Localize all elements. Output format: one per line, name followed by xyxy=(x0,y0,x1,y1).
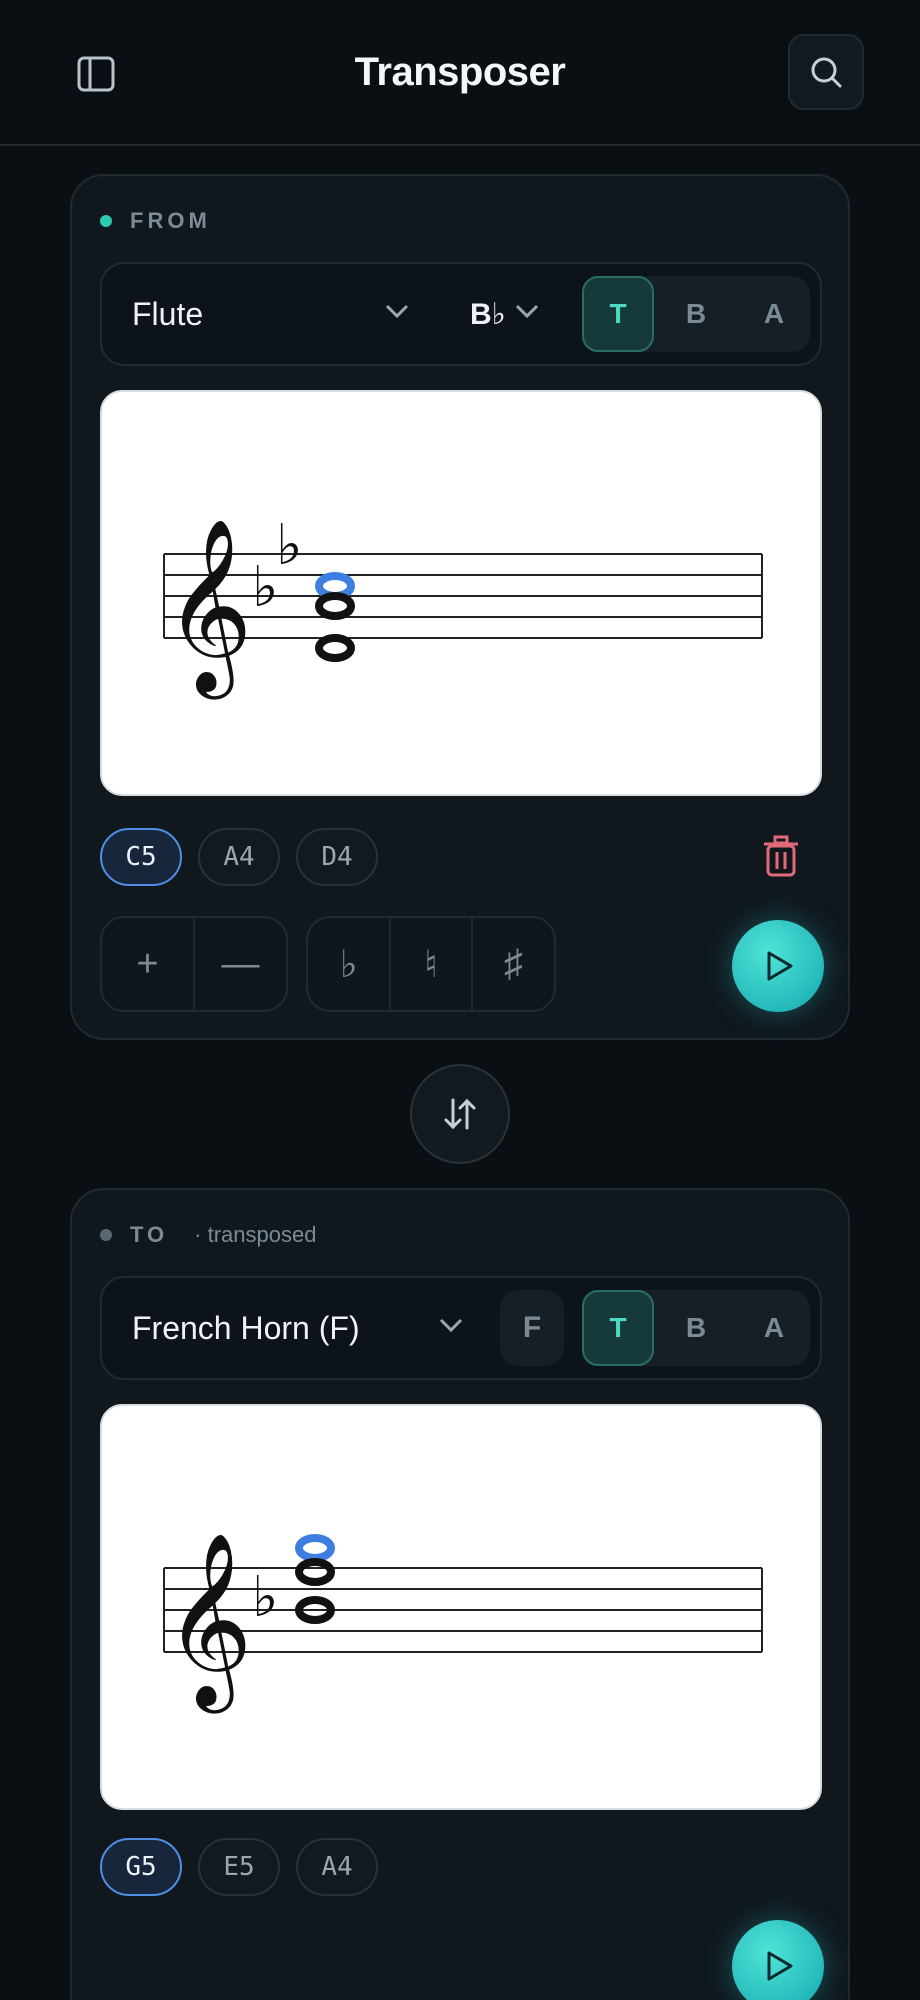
to-instrument-select[interactable]: French Horn (F) xyxy=(132,1278,360,1378)
flat-icon: ♭ xyxy=(252,555,278,620)
sidebar-icon xyxy=(77,56,115,92)
chevron-down-icon[interactable] xyxy=(438,1316,464,1334)
chevron-down-icon[interactable] xyxy=(384,302,410,320)
idle-dot xyxy=(100,1229,112,1241)
from-selector-row: Flute B♭ T B A xyxy=(100,262,822,366)
note-chip[interactable]: A4 xyxy=(296,1838,378,1896)
to-card: TO · transposed French Horn (F) F T B A xyxy=(70,1188,850,2000)
note-chip[interactable]: C5 xyxy=(100,828,182,886)
flat-button[interactable]: ♭ xyxy=(308,918,392,1010)
play-icon xyxy=(767,951,793,981)
to-sub-label: · transposed xyxy=(194,1222,317,1247)
add-note-button[interactable]: + xyxy=(102,918,195,1010)
from-instrument-value: Flute xyxy=(132,295,204,332)
play-icon xyxy=(767,1951,793,1981)
to-clef-group: T B A xyxy=(582,1290,810,1366)
swap-vertical-icon xyxy=(444,1098,476,1130)
from-staff-notation: 𝄞 ♭ ♭ xyxy=(163,513,763,700)
chord-notes xyxy=(315,572,355,662)
to-clef-bass[interactable]: B xyxy=(660,1290,732,1366)
to-clef-treble[interactable]: T xyxy=(582,1290,654,1366)
to-key-badge: F xyxy=(500,1290,564,1366)
accidental-group: ♭ ♮ ♯ xyxy=(306,916,556,1012)
to-staff-notation: 𝄞 ♭ xyxy=(163,1532,763,1714)
flat-icon: ♭ xyxy=(276,513,302,578)
to-play-button[interactable] xyxy=(732,1920,824,2000)
search-button[interactable] xyxy=(788,34,864,110)
treble-clef-icon: 𝄞 xyxy=(164,518,253,700)
to-clef-alto[interactable]: A xyxy=(738,1290,810,1366)
to-staff[interactable]: 𝄞 ♭ xyxy=(100,1404,822,1810)
to-label-text: TO xyxy=(130,1222,169,1247)
from-label-text: FROM xyxy=(130,208,211,233)
flat-icon: ♭ xyxy=(252,1565,278,1630)
to-note-chips: G5 E5 A4 xyxy=(100,1838,394,1896)
chevron-down-icon[interactable] xyxy=(514,302,540,320)
chord-notes xyxy=(295,1534,335,1624)
treble-clef-icon: 𝄞 xyxy=(164,1532,253,1714)
note-chip[interactable]: E5 xyxy=(198,1838,280,1896)
trash-icon xyxy=(764,835,798,877)
from-instrument-select[interactable]: Flute xyxy=(132,264,203,364)
from-section-label: FROM xyxy=(100,208,211,234)
sharp-button[interactable]: ♯ xyxy=(473,918,554,1010)
search-icon xyxy=(811,57,842,88)
from-clef-alto[interactable]: A xyxy=(738,276,810,352)
from-clef-treble[interactable]: T xyxy=(582,276,654,352)
sidebar-toggle-button[interactable] xyxy=(74,52,118,96)
from-key-value: B♭ xyxy=(470,297,506,331)
natural-button[interactable]: ♮ xyxy=(391,918,473,1010)
from-card: FROM Flute B♭ T B A 𝄞 ♭ ♭ C5 A4 D4 + — ♭… xyxy=(70,174,850,1040)
remove-note-button[interactable]: — xyxy=(195,918,286,1010)
note-chip[interactable]: G5 xyxy=(100,1838,182,1896)
delete-button[interactable] xyxy=(756,828,806,884)
to-selector-row: French Horn (F) F T B A xyxy=(100,1276,822,1380)
note-chip[interactable]: D4 xyxy=(296,828,378,886)
from-staff[interactable]: 𝄞 ♭ ♭ xyxy=(100,390,822,796)
swap-button[interactable] xyxy=(410,1064,510,1164)
add-remove-group: + — xyxy=(100,916,288,1012)
to-instrument-value: French Horn (F) xyxy=(132,1309,360,1346)
from-clef-bass[interactable]: B xyxy=(660,276,732,352)
page-title: Transposer xyxy=(354,49,566,94)
from-clef-group: T B A xyxy=(582,276,810,352)
from-play-button[interactable] xyxy=(732,920,824,1012)
from-key-select[interactable]: B♭ xyxy=(470,264,506,364)
to-section-label: TO · transposed xyxy=(100,1222,316,1248)
app-header: Transposer xyxy=(0,0,920,146)
from-note-chips: C5 A4 D4 xyxy=(100,828,394,886)
note-chip[interactable]: A4 xyxy=(198,828,280,886)
active-dot xyxy=(100,215,112,227)
